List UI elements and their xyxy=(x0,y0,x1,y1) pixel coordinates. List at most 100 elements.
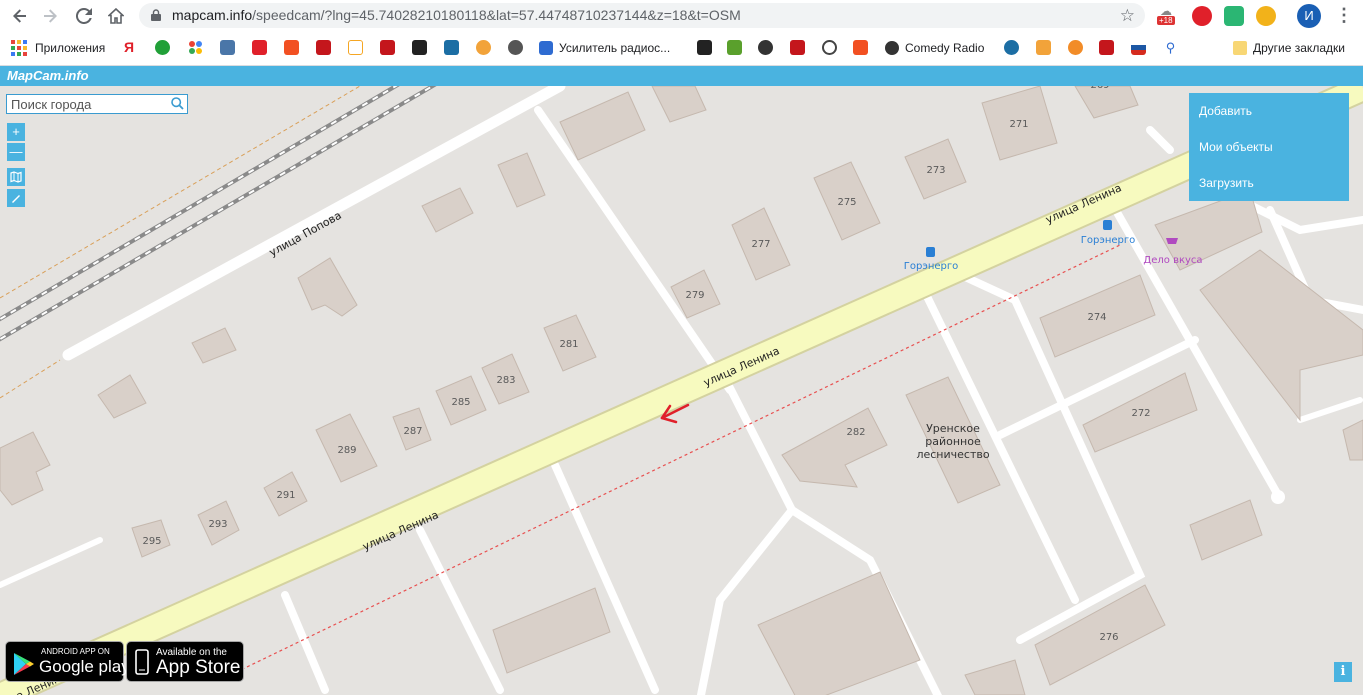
address-bar[interactable]: mapcam.info/speedcam/?lng=45.74028210180… xyxy=(139,3,1145,28)
map-icon xyxy=(10,171,22,183)
bookmark-shield-icon[interactable] xyxy=(476,40,491,55)
house-293: 293 xyxy=(208,519,227,530)
url-path: /speedcam/?lng=45.74028210180118&lat=57.… xyxy=(252,7,741,23)
house-282: 282 xyxy=(846,427,865,438)
home-icon xyxy=(108,8,124,24)
zoom-in-button[interactable]: + xyxy=(7,123,25,141)
house-287: 287 xyxy=(403,426,422,437)
home-button[interactable] xyxy=(104,4,128,28)
extension-badge-count: +18 xyxy=(1157,16,1175,25)
bookmark-radio-label: Усилитель радиос... xyxy=(559,41,671,55)
forward-arrow-icon xyxy=(44,9,57,23)
extension-green-icon[interactable] xyxy=(1224,6,1244,26)
opera-icon[interactable] xyxy=(1192,6,1212,26)
reload-icon xyxy=(76,8,92,24)
colorful-dots-icon[interactable] xyxy=(188,40,203,55)
url-host: mapcam.info xyxy=(172,7,253,23)
house-291: 291 xyxy=(276,490,295,501)
house-277: 277 xyxy=(751,239,770,250)
bookmark-ozon-icon[interactable] xyxy=(1036,40,1051,55)
site-logo[interactable]: MapCam.info xyxy=(7,68,89,83)
map-canvas[interactable]: 269 271 273 275 277 279 281 283 285 287 … xyxy=(0,86,1363,695)
house-281: 281 xyxy=(559,339,578,350)
bookmark-other[interactable]: Другие закладки xyxy=(1233,39,1345,57)
profile-avatar[interactable]: И xyxy=(1297,4,1321,28)
poi-forestry-line1: Уренское xyxy=(926,422,980,435)
house-279: 279 xyxy=(685,290,704,301)
house-273: 273 xyxy=(926,165,945,176)
ruler-button[interactable] xyxy=(7,189,25,207)
back-arrow-icon xyxy=(13,9,26,23)
info-button[interactable]: i xyxy=(1334,662,1352,682)
city-search-input[interactable] xyxy=(11,96,166,112)
forward-button[interactable] xyxy=(38,4,62,28)
house-285: 285 xyxy=(451,397,470,408)
search-icon[interactable] xyxy=(171,97,184,110)
house-289: 289 xyxy=(337,445,356,456)
menu-upload[interactable]: Загрузить xyxy=(1199,176,1254,190)
bookmark-star-icon[interactable]: ☆ xyxy=(1120,6,1135,26)
house-276: 276 xyxy=(1099,632,1118,643)
bookmark-orange-icon[interactable] xyxy=(284,40,299,55)
house-295: 295 xyxy=(142,536,161,547)
map-layers-button[interactable] xyxy=(7,168,25,186)
bookmark-red-icon[interactable] xyxy=(252,40,267,55)
extension-badge[interactable]: ☁ +18 xyxy=(1157,4,1177,26)
apps-grid-icon xyxy=(11,40,27,56)
lock-icon xyxy=(151,9,161,21)
bookmark-person-icon[interactable] xyxy=(1099,40,1114,55)
house-272: 272 xyxy=(1131,408,1150,419)
russian-flag-icon[interactable] xyxy=(1131,40,1146,55)
bookmark-r-icon[interactable] xyxy=(790,40,805,55)
menu-add[interactable]: Добавить xyxy=(1199,104,1252,118)
google-play-badge[interactable]: ANDROID APP ON Google play xyxy=(5,641,130,682)
bookmark-sh-icon[interactable] xyxy=(412,40,427,55)
speedometer-icon[interactable] xyxy=(822,40,837,55)
yandex-icon[interactable]: Я xyxy=(124,40,139,55)
browser-menu-icon[interactable]: ⋮ xyxy=(1335,5,1353,26)
bookmark-apps-label: Приложения xyxy=(35,41,106,55)
bookmark-face-icon[interactable] xyxy=(758,40,773,55)
bookmark-orange2-icon[interactable] xyxy=(853,40,868,55)
poi-forestry-line3: лесничество xyxy=(916,448,989,461)
google-play-small-text: ANDROID APP ON xyxy=(41,647,110,656)
bookmark-sh2-icon[interactable] xyxy=(697,40,712,55)
reload-button[interactable] xyxy=(72,4,96,28)
app-store-badge[interactable]: Available on the App Store xyxy=(126,641,244,682)
menu-my-objects[interactable]: Мои объекты xyxy=(1199,140,1273,154)
bookmark-ball-icon[interactable] xyxy=(1068,40,1083,55)
bookmark-comedy[interactable]: Comedy Radio xyxy=(885,39,984,57)
bus-stop-icon xyxy=(926,247,935,257)
house-269: 269 xyxy=(1090,86,1109,91)
bookmark-other-label: Другие закладки xyxy=(1253,41,1345,55)
bookmark-comedy-label: Comedy Radio xyxy=(905,41,985,55)
poi-stop-1: Горэнерго xyxy=(904,261,958,272)
bookmark-d-icon[interactable] xyxy=(380,40,395,55)
back-button[interactable] xyxy=(8,4,32,28)
bookmark-radio[interactable]: Усилитель радиос... xyxy=(539,39,670,57)
sberbank-icon[interactable] xyxy=(155,40,170,55)
google-play-big-text: Google play xyxy=(39,657,130,676)
bus-stop-icon xyxy=(1103,220,1112,230)
google-play-icon xyxy=(14,653,34,675)
comedy-radio-icon xyxy=(885,41,899,55)
bookmark-apps[interactable]: Приложения xyxy=(11,39,105,57)
app-store-big-text: App Store xyxy=(156,657,241,678)
phone-icon xyxy=(135,649,149,675)
bookmark-hand-icon[interactable] xyxy=(348,40,363,55)
car-icon xyxy=(539,41,553,55)
zoom-out-button[interactable]: — xyxy=(7,143,25,161)
browser-toolbar: mapcam.info/speedcam/?lng=45.74028210180… xyxy=(0,0,1363,31)
map-pin-icon[interactable]: ⚲ xyxy=(1163,40,1178,55)
folder-icon xyxy=(1233,41,1247,55)
side-menu: Добавить Мои объекты Загрузить xyxy=(1189,93,1349,201)
bookmark-at-icon[interactable] xyxy=(1004,40,1019,55)
bookmark-blue-icon[interactable] xyxy=(444,40,459,55)
bookmark-green-person-icon[interactable] xyxy=(727,40,742,55)
extension-yellow-icon[interactable] xyxy=(1256,6,1276,26)
globe-icon[interactable] xyxy=(508,40,523,55)
poi-shop: Дело вкуса xyxy=(1143,255,1202,266)
bookmark-vi-icon[interactable] xyxy=(316,40,331,55)
vk-icon[interactable] xyxy=(220,40,235,55)
city-search xyxy=(6,94,188,114)
